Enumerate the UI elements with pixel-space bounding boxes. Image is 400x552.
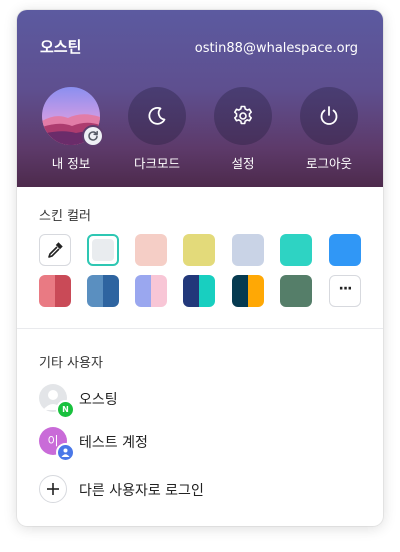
gear-icon <box>234 105 252 125</box>
user-name: 오스팅 <box>79 392 118 408</box>
skin-color-title: 스킨 컬러 <box>39 209 91 224</box>
skin-swatch-navy-orange[interactable] <box>232 275 264 307</box>
skin-swatch-peach[interactable] <box>135 234 167 266</box>
naver-badge-icon: N <box>56 400 75 419</box>
skin-swatch-red-pair[interactable] <box>39 275 71 307</box>
whale-badge-icon <box>56 443 75 462</box>
skin-swatch-lavender[interactable] <box>232 234 264 266</box>
add-user-button[interactable]: 다른 사용자로 로그인 <box>39 475 339 505</box>
moon-icon <box>148 107 166 125</box>
settings-label: 설정 <box>231 156 255 171</box>
skin-swatch-teal[interactable] <box>280 234 312 266</box>
power-icon <box>320 106 338 125</box>
skin-swatch-light-gray[interactable] <box>87 234 119 266</box>
settings-button[interactable]: 설정 <box>208 87 278 171</box>
my-info-button[interactable]: 내 정보 <box>36 87 106 171</box>
profile-avatar <box>42 87 104 147</box>
user-item-ostin[interactable]: N 오스팅 <box>39 384 339 419</box>
profile-popup: 오스틴 ostin88@whalespace.org 내 정보 다크모드 설정 … <box>17 10 383 526</box>
skin-swatch-yellow[interactable] <box>183 234 215 266</box>
add-user-label: 다른 사용자로 로그인 <box>79 483 204 499</box>
eyedropper-icon <box>48 242 63 258</box>
user-item-test-account[interactable]: 이 테스트 계정 <box>39 427 339 462</box>
dark-mode-label: 다크모드 <box>133 156 180 171</box>
logout-button[interactable]: 로그아웃 <box>294 87 364 171</box>
more-colors-button[interactable]: ··· <box>329 275 361 307</box>
skin-swatch-blue[interactable] <box>329 234 361 266</box>
eyedropper-button[interactable] <box>39 234 71 266</box>
skin-swatch-periwinkle-pink[interactable] <box>135 275 167 307</box>
refresh-icon[interactable] <box>82 125 104 147</box>
dark-mode-button[interactable]: 다크모드 <box>122 87 192 171</box>
logout-label: 로그아웃 <box>305 156 352 171</box>
skin-swatch-green[interactable] <box>280 275 312 307</box>
skin-swatch-blue-pair[interactable] <box>87 275 119 307</box>
plus-icon <box>39 475 67 503</box>
more-icon: ··· <box>338 281 353 297</box>
other-users-title: 기타 사용자 <box>39 356 103 371</box>
user-name: 테스트 계정 <box>79 435 148 451</box>
user-email: ostin88@whalespace.org <box>194 41 358 56</box>
profile-header: 오스틴 ostin88@whalespace.org 내 정보 다크모드 설정 … <box>17 10 383 187</box>
my-info-label: 내 정보 <box>51 156 91 171</box>
user-name: 오스틴 <box>40 38 82 56</box>
skin-swatch-navy-teal[interactable] <box>183 275 215 307</box>
section-divider <box>17 328 383 329</box>
